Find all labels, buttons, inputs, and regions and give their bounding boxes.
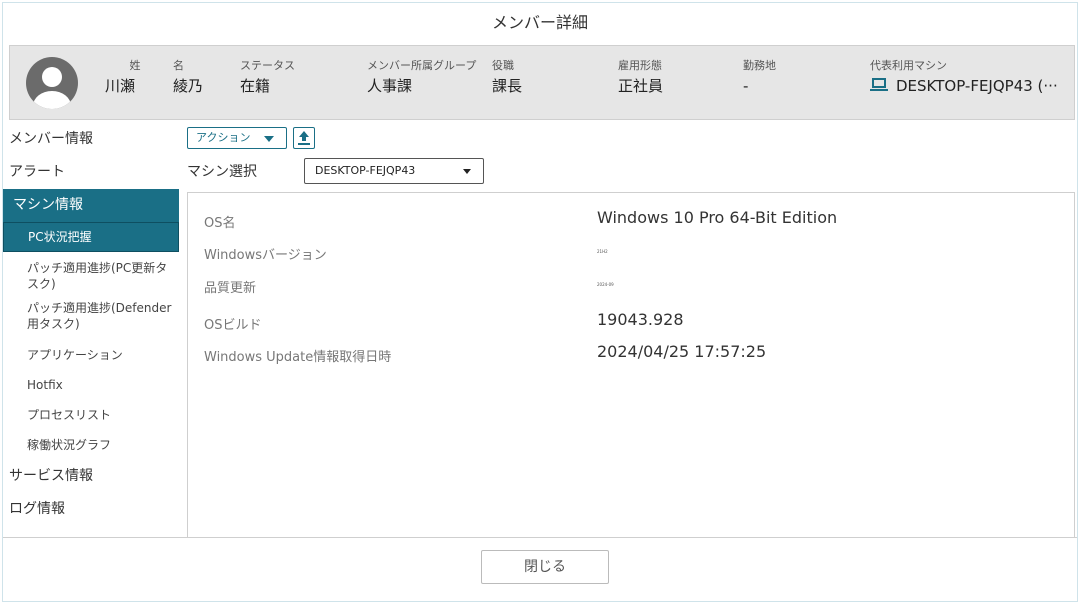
- detail-key: Windows Update情報取得日時: [204, 350, 392, 365]
- laptop-icon: [870, 78, 888, 92]
- main-machine-field: 代表利用マシン DESKTOP-FEJQP43 (···: [870, 58, 1070, 98]
- group-field: メンバー所属グループ 人事課: [367, 58, 492, 98]
- first-name-value: 綾乃: [173, 77, 204, 95]
- sidebar-subitem-hotfix[interactable]: Hotfix: [3, 370, 179, 400]
- detail-row: Windows Update情報取得日時 2024/04/25 17:57:25: [204, 339, 1064, 369]
- employment-type-label: 雇用形態: [618, 59, 662, 72]
- detail-row: OS名 Windows 10 Pro 64-Bit Edition: [204, 205, 1064, 235]
- last-name-value: 川瀬: [105, 77, 136, 95]
- last-name-label: 姓: [129, 59, 141, 72]
- member-header: 姓 川瀬 名 綾乃 ステータス 在籍 メンバー所属グループ 人事課 役職 課長 …: [9, 45, 1075, 120]
- dialog-footer: 閉じる: [3, 537, 1077, 603]
- action-label: アクション: [196, 131, 251, 144]
- sidebar-item-log-info[interactable]: ログ情報: [9, 493, 179, 526]
- close-button[interactable]: 閉じる: [481, 550, 609, 584]
- first-name-field: 名 綾乃: [173, 58, 233, 98]
- page-title: メンバー詳細: [491, 13, 588, 32]
- upload-button[interactable]: [293, 127, 315, 149]
- sidebar-subitem-pc-status[interactable]: PC状況把握: [3, 222, 179, 252]
- detail-key: 品質更新: [204, 281, 257, 296]
- main-content: アクション マシン選択 DESKTOP-FEJQP43 OS名 Windows …: [187, 123, 1075, 537]
- work-location-field: 勤務地 -: [743, 58, 853, 98]
- sidebar-subitem-patch-defender-task[interactable]: パッチ適用進捗(Defender用タスク): [3, 298, 179, 340]
- detail-key: OSビルド: [204, 318, 262, 333]
- sidebar-subitem-process-list[interactable]: プロセスリスト: [3, 400, 179, 430]
- status-label: ステータス: [240, 59, 295, 72]
- position-label: 役職: [492, 59, 514, 72]
- detail-row: 品質更新 2024-09: [204, 270, 1064, 300]
- machine-select-value: DESKTOP-FEJQP43: [315, 164, 416, 177]
- main-machine-value: DESKTOP-FEJQP43 (···: [896, 77, 1058, 95]
- group-label: メンバー所属グループ: [367, 59, 477, 72]
- sidebar-item-member-info[interactable]: メンバー情報: [9, 123, 179, 156]
- detail-value: Windows 10 Pro 64-Bit Edition: [597, 208, 838, 227]
- pc-status-panel: OS名 Windows 10 Pro 64-Bit Edition Window…: [187, 192, 1075, 537]
- first-name-label: 名: [173, 59, 184, 72]
- detail-key: Windowsバージョン: [204, 248, 327, 263]
- status-field: ステータス 在籍: [240, 58, 350, 98]
- main-machine-link[interactable]: DESKTOP-FEJQP43 (···: [870, 74, 1070, 98]
- group-value: 人事課: [367, 77, 413, 95]
- position-field: 役職 課長: [492, 58, 602, 98]
- detail-value: 2024-09: [597, 282, 614, 287]
- detail-row: OSビルド 19043.928: [204, 307, 1064, 337]
- sidebar-item-machine-info[interactable]: マシン情報: [3, 189, 179, 222]
- sidebar-item-alert[interactable]: アラート: [9, 156, 179, 189]
- member-detail-dialog: メンバー詳細 姓 川瀬 名 綾乃 ステータス 在籍 メンバー所属グループ 人事課…: [2, 2, 1078, 602]
- employment-type-value: 正社員: [618, 77, 664, 95]
- main-machine-label: 代表利用マシン: [870, 59, 947, 72]
- caret-down-icon: [463, 169, 471, 174]
- sidebar: メンバー情報 アラート マシン情報 PC状況把握 パッチ適用進捗(PC更新タスク…: [3, 123, 179, 537]
- detail-key: OS名: [204, 216, 236, 231]
- detail-value: 19043.928: [597, 310, 684, 329]
- work-location-label: 勤務地: [743, 59, 776, 72]
- machine-select-label: マシン選択: [187, 164, 257, 180]
- work-location-value: -: [743, 77, 749, 95]
- detail-value: 21H2: [597, 249, 608, 254]
- sidebar-subitem-applications[interactable]: アプリケーション: [3, 340, 179, 370]
- status-value: 在籍: [240, 77, 271, 95]
- sidebar-item-service-info[interactable]: サービス情報: [9, 460, 179, 493]
- caret-down-icon: [264, 136, 274, 142]
- position-value: 課長: [492, 77, 523, 95]
- action-dropdown-button[interactable]: アクション: [187, 127, 287, 149]
- sidebar-subitem-patch-pc-task[interactable]: パッチ適用進捗(PC更新タスク): [3, 252, 179, 298]
- last-name-field: 姓 川瀬: [105, 58, 165, 98]
- detail-value: 2024/04/25 17:57:25: [597, 342, 767, 361]
- employment-type-field: 雇用形態 正社員: [618, 58, 728, 98]
- detail-row: Windowsバージョン 21H2: [204, 237, 1064, 267]
- machine-select[interactable]: DESKTOP-FEJQP43: [304, 158, 484, 184]
- user-avatar-icon: [26, 57, 78, 109]
- sidebar-subitem-uptime-graph[interactable]: 稼働状況グラフ: [3, 430, 179, 460]
